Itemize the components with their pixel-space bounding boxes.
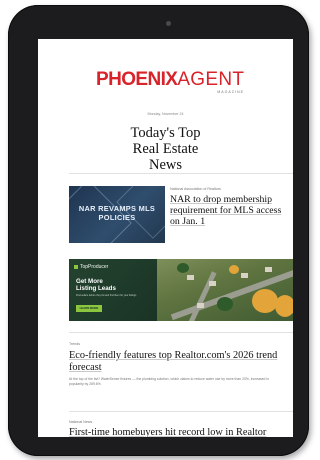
house-shape	[265, 267, 272, 272]
story-title-link[interactable]: NAR to drop membership requirement for M…	[170, 194, 290, 227]
story-category: National News	[69, 420, 93, 424]
learn-more-button[interactable]: LEARN MORE	[76, 305, 102, 312]
house-shape	[197, 303, 204, 308]
divider	[69, 411, 293, 412]
phoenix-agent-logo[interactable]: PHOENIXAGENT MAGAZINE	[96, 69, 246, 103]
newsletter-headline: Today's Top Real Estate News	[38, 125, 293, 173]
topproducer-ad-banner[interactable]: TopProducer Get More Listing Leads Find …	[69, 259, 293, 321]
ad-description: Find sellers before they list and find t…	[76, 294, 137, 297]
house-shape	[187, 275, 194, 280]
tree-shape	[275, 295, 293, 317]
story-summary: At the top of the list? WaterSense fixtu…	[69, 377, 270, 386]
tree-shape	[217, 297, 233, 311]
ad-brand-label: TopProducer	[80, 264, 109, 270]
story-title-link[interactable]: First-time homebuyers hit record low in …	[69, 427, 293, 437]
divider	[69, 332, 293, 333]
headline-text: Today's Top Real Estate News	[130, 125, 201, 173]
logo-agent: AGENT	[177, 69, 245, 90]
check-icon	[74, 264, 78, 269]
ad-brand: TopProducer	[74, 264, 108, 270]
story-image-caption: NAR REVAMPS MLS POLICIES	[78, 204, 156, 222]
tree-shape	[177, 263, 189, 273]
tablet-device: PHOENIXAGENT MAGAZINE Monday, November 2…	[8, 5, 309, 456]
house-shape	[209, 281, 216, 286]
newsletter-date: Monday, November 24	[147, 112, 184, 116]
house-shape	[241, 273, 248, 278]
aerial-neighborhood-image	[157, 259, 293, 321]
logo-wordmark: PHOENIXAGENT	[96, 69, 246, 91]
tree-shape	[252, 289, 278, 313]
story-title-link[interactable]: Eco-friendly features top Realtor.com's …	[69, 350, 293, 374]
ad-copy-panel: TopProducer Get More Listing Leads Find …	[69, 259, 157, 321]
story-image-nar[interactable]: NAR REVAMPS MLS POLICIES	[69, 186, 165, 243]
divider	[69, 173, 293, 174]
logo-phoenix: PHOENIX	[96, 69, 178, 90]
tree-shape	[229, 265, 239, 274]
camera-icon	[166, 21, 171, 26]
ad-title: Get More Listing Leads	[76, 278, 116, 292]
story-category: National Association of Realtors	[170, 187, 221, 191]
logo-magazine: MAGAZINE	[217, 90, 244, 94]
story-category: Trends	[69, 342, 81, 346]
email-screen[interactable]: PHOENIXAGENT MAGAZINE Monday, November 2…	[38, 39, 293, 437]
